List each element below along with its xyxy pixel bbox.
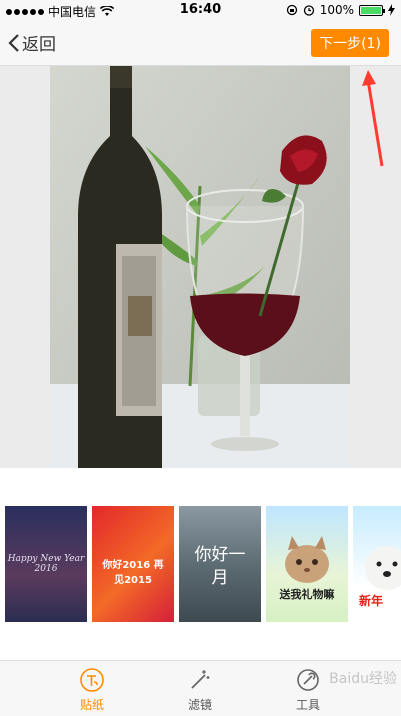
- alarm-icon: [303, 5, 314, 16]
- sticker-caption: Happy New Year 2016: [7, 554, 85, 574]
- next-step-button[interactable]: 下一步(1): [311, 29, 389, 57]
- annotation-arrow-icon: [362, 70, 384, 167]
- charging-icon: [388, 4, 395, 16]
- tools-icon: [297, 669, 319, 691]
- sticker-thumb[interactable]: 你好一月: [179, 506, 261, 622]
- sticker-thumb[interactable]: 新年: [353, 506, 401, 622]
- sticker-thumb[interactable]: 你好2016 再见2015: [92, 506, 174, 622]
- back-button[interactable]: 返回: [8, 30, 56, 55]
- sticker-caption: 你好2016 再见2015: [102, 560, 164, 586]
- chevron-left-icon: [8, 33, 19, 52]
- photo-canvas: [0, 66, 401, 468]
- sticker-caption: 新年: [359, 594, 384, 608]
- status-bar: 中国电信 16:40 100%: [0, 0, 401, 20]
- tab-stickers[interactable]: 贴纸: [52, 667, 132, 713]
- magic-wand-icon: [191, 670, 210, 689]
- battery-percent: 100%: [319, 3, 354, 17]
- rotation-lock-icon: [286, 4, 297, 16]
- tab-label: 贴纸: [79, 698, 104, 712]
- tab-label: 滤镜: [187, 698, 212, 712]
- sticker-caption: 送我礼物嘛: [279, 588, 335, 601]
- battery-icon: [359, 4, 385, 16]
- sticker-caption: 你好一月: [194, 545, 246, 588]
- tab-filters[interactable]: 滤镜: [160, 667, 240, 713]
- watermark-text: Baidu经验: [329, 671, 397, 687]
- cat-image: [285, 536, 329, 583]
- sticker-strip: Happy New Year 2016 你好2016 再见2015 你好一月 送…: [0, 468, 401, 660]
- tab-label: 工具: [295, 698, 320, 712]
- edited-photo[interactable]: [50, 66, 350, 468]
- wine-photo-image: [50, 66, 350, 468]
- sticker-thumb[interactable]: Happy New Year 2016: [5, 506, 87, 622]
- battery-fill: [361, 6, 381, 14]
- navigation-bar: 返回 下一步(1): [0, 20, 401, 66]
- sticker-thumb[interactable]: 送我礼物嘛: [266, 506, 348, 622]
- back-label: 返回: [22, 35, 56, 55]
- status-right-group: 100%: [286, 3, 395, 17]
- sticker-icon: [80, 668, 104, 692]
